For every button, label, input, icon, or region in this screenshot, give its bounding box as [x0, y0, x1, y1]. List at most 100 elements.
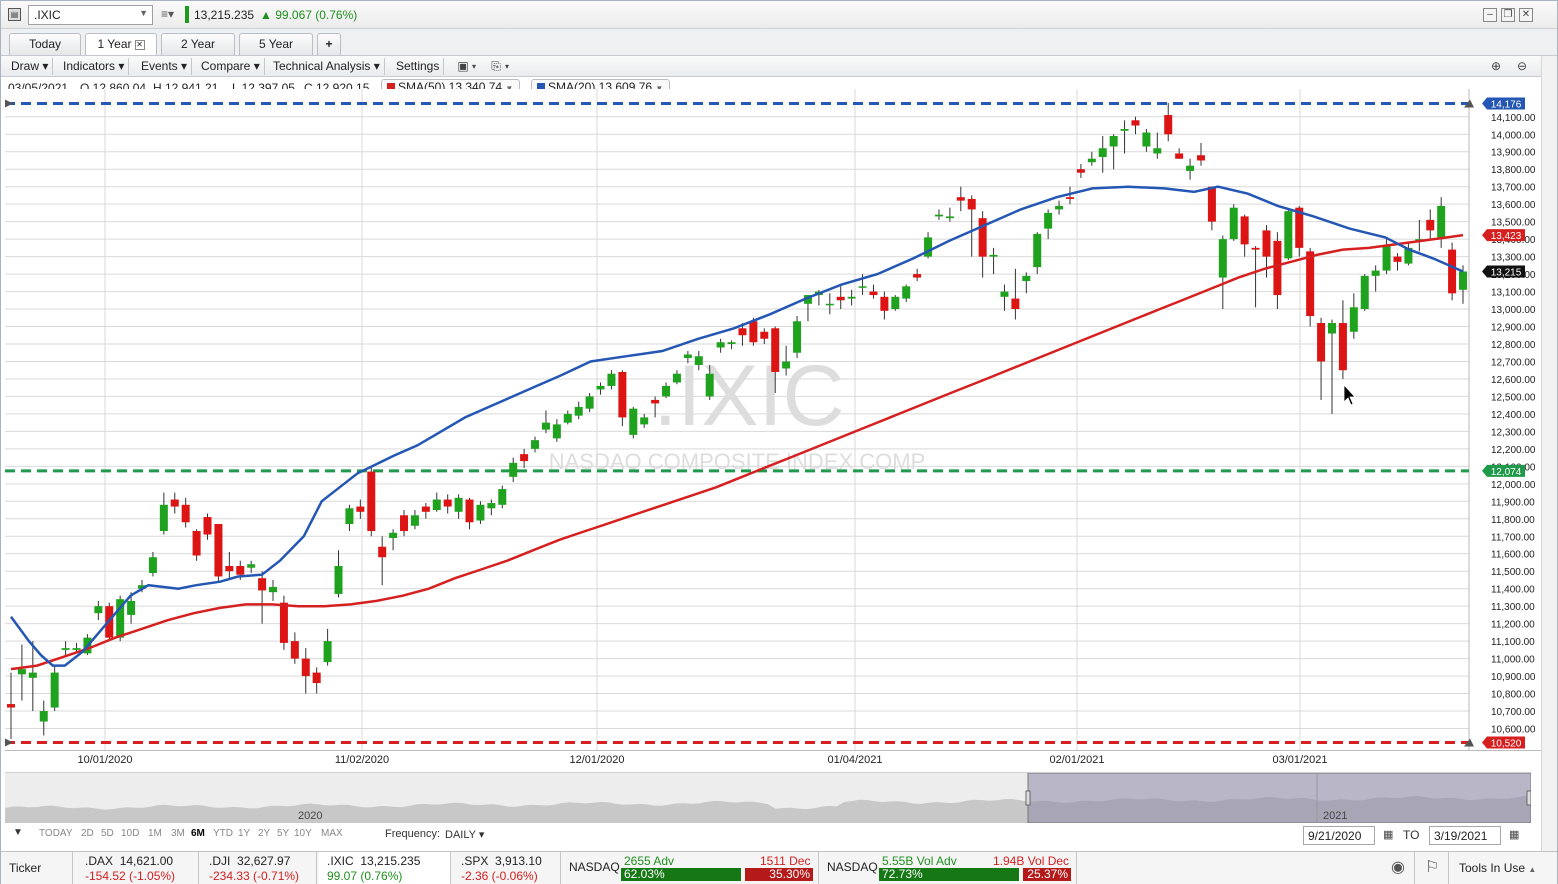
- candle-down[interactable]: [1338, 323, 1347, 371]
- breadth-volume[interactable]: NASDAQ 5.55B Vol Adv 1.94B Vol Dec 72.73…: [821, 852, 1077, 884]
- candle-down[interactable]: [7, 704, 15, 708]
- candle-up[interactable]: [410, 515, 419, 526]
- tools-in-use-button[interactable]: Tools In Use ▲: [1451, 852, 1557, 884]
- from-date-input[interactable]: 9/21/2020: [1303, 826, 1375, 845]
- settings-menu[interactable]: Settings: [392, 58, 445, 75]
- candle-up[interactable]: [847, 296, 856, 299]
- candle-up[interactable]: [1000, 291, 1009, 297]
- candle-up[interactable]: [705, 373, 714, 397]
- candle-up[interactable]: [793, 321, 802, 353]
- range-button-6m[interactable]: 6M: [191, 828, 205, 839]
- flag-icon[interactable]: ⚐: [1417, 852, 1449, 884]
- candle-up[interactable]: [345, 508, 354, 525]
- candle-down[interactable]: [1306, 251, 1315, 317]
- candle-up[interactable]: [1098, 148, 1107, 157]
- breadth-advancers-decliners[interactable]: NASDAQ 2655 Adv 1511 Dec 62.03% 35.30%: [563, 852, 819, 884]
- candle-up[interactable]: [1437, 205, 1446, 238]
- candle-down[interactable]: [378, 546, 387, 558]
- ticker-item-dji[interactable]: .DJI 32,627.97 -234.33 (-0.71%): [201, 852, 317, 884]
- candle-up[interactable]: [1327, 323, 1336, 334]
- candle-down[interactable]: [181, 504, 190, 523]
- ticker-label-cell[interactable]: Ticker ▲: [1, 852, 73, 884]
- candle-up[interactable]: [541, 422, 550, 430]
- candle-down[interactable]: [771, 328, 780, 372]
- candle-down[interactable]: [236, 565, 245, 575]
- range-button-10y[interactable]: 10Y: [294, 828, 312, 839]
- tab-5-year[interactable]: 5 Year: [239, 33, 313, 55]
- chart-canvas[interactable]: 10,600.00 10,700.00 10,800.00 10,900.00 11,0…: [1, 89, 1541, 771]
- indicators-menu[interactable]: Indicators ▾: [59, 58, 130, 75]
- candle-down[interactable]: [1240, 216, 1249, 245]
- candle-down[interactable]: [203, 517, 212, 535]
- candle-down[interactable]: [421, 506, 430, 512]
- candle-up[interactable]: [574, 406, 583, 416]
- navigator-handle-left[interactable]: [1025, 790, 1031, 806]
- candle-up[interactable]: [127, 600, 136, 615]
- candle-up[interactable]: [1142, 132, 1151, 147]
- candle-up[interactable]: [17, 669, 26, 675]
- chevron-down-icon[interactable]: ▼: [139, 8, 148, 18]
- candle-down[interactable]: [836, 296, 845, 301]
- candle-up[interactable]: [148, 557, 157, 573]
- candle-up[interactable]: [782, 361, 791, 369]
- candle-up[interactable]: [1349, 307, 1358, 332]
- candle-down[interactable]: [738, 328, 747, 336]
- candle-up[interactable]: [1186, 165, 1195, 171]
- range-button-5d[interactable]: 5D: [101, 828, 114, 839]
- candle-down[interactable]: [1076, 169, 1085, 173]
- range-button-max[interactable]: MAX: [321, 828, 343, 839]
- candle-up[interactable]: [389, 532, 398, 539]
- candle-up[interactable]: [858, 286, 867, 288]
- candle-up[interactable]: [1360, 275, 1369, 310]
- candle-up[interactable]: [1055, 205, 1064, 210]
- candle-up[interactable]: [1033, 233, 1042, 268]
- candle-up[interactable]: [39, 711, 48, 722]
- candle-up[interactable]: [585, 396, 594, 409]
- candle-up[interactable]: [891, 296, 900, 310]
- candle-down[interactable]: [1393, 256, 1402, 262]
- price-chart[interactable]: 10,600.00 10,700.00 10,800.00 10,900.00 11,0…: [1, 89, 1541, 771]
- candle-up[interactable]: [1371, 270, 1380, 276]
- zoom-in-icon[interactable]: ⊕: [1487, 58, 1505, 75]
- chevron-down-icon[interactable]: ▾: [501, 58, 513, 75]
- range-button-today[interactable]: TODAY: [39, 828, 73, 839]
- candle-down[interactable]: [1262, 230, 1271, 257]
- candle-down[interactable]: [1196, 155, 1205, 161]
- candle-down[interactable]: [312, 672, 321, 684]
- candle-up[interactable]: [61, 648, 70, 650]
- candle-down[interactable]: [400, 515, 409, 532]
- tab-today[interactable]: Today: [9, 33, 81, 55]
- candle-down[interactable]: [1426, 219, 1435, 231]
- candle-down[interactable]: [651, 399, 660, 404]
- zoom-out-icon[interactable]: ⊖: [1513, 58, 1531, 75]
- close-button[interactable]: ✕: [1519, 8, 1533, 22]
- candle-down[interactable]: [749, 321, 758, 343]
- candle-up[interactable]: [945, 216, 954, 219]
- candle-down[interactable]: [367, 471, 376, 532]
- candle-up[interactable]: [934, 214, 943, 217]
- candle-up[interactable]: [662, 385, 671, 397]
- candle-down[interactable]: [170, 499, 179, 507]
- candle-down[interactable]: [1131, 120, 1140, 126]
- candle-down[interactable]: [1065, 197, 1074, 199]
- candle-down[interactable]: [1273, 240, 1282, 296]
- ticker-item-ixic[interactable]: .IXIC 13,215.235 99.07 (0.76%): [319, 852, 451, 884]
- candle-down[interactable]: [956, 197, 965, 201]
- range-button-1y[interactable]: 1Y: [238, 828, 250, 839]
- candle-up[interactable]: [640, 417, 649, 425]
- tab-1-year[interactable]: 1 Year ✕: [85, 33, 157, 55]
- candle-down[interactable]: [760, 331, 769, 339]
- candle-down[interactable]: [443, 499, 452, 507]
- candle-up[interactable]: [1459, 271, 1467, 290]
- technical-analysis-menu[interactable]: Technical Analysis ▾: [269, 58, 385, 75]
- candle-up[interactable]: [72, 648, 81, 650]
- calendar-icon[interactable]: ▦: [1509, 828, 1519, 841]
- candle-up[interactable]: [683, 354, 692, 358]
- candle-up[interactable]: [1109, 136, 1118, 147]
- candle-down[interactable]: [192, 531, 201, 556]
- candle-up[interactable]: [94, 606, 103, 614]
- candle-up[interactable]: [1044, 212, 1053, 229]
- candle-down[interactable]: [279, 602, 288, 643]
- candle-up[interactable]: [509, 462, 518, 477]
- candle-up[interactable]: [672, 373, 681, 383]
